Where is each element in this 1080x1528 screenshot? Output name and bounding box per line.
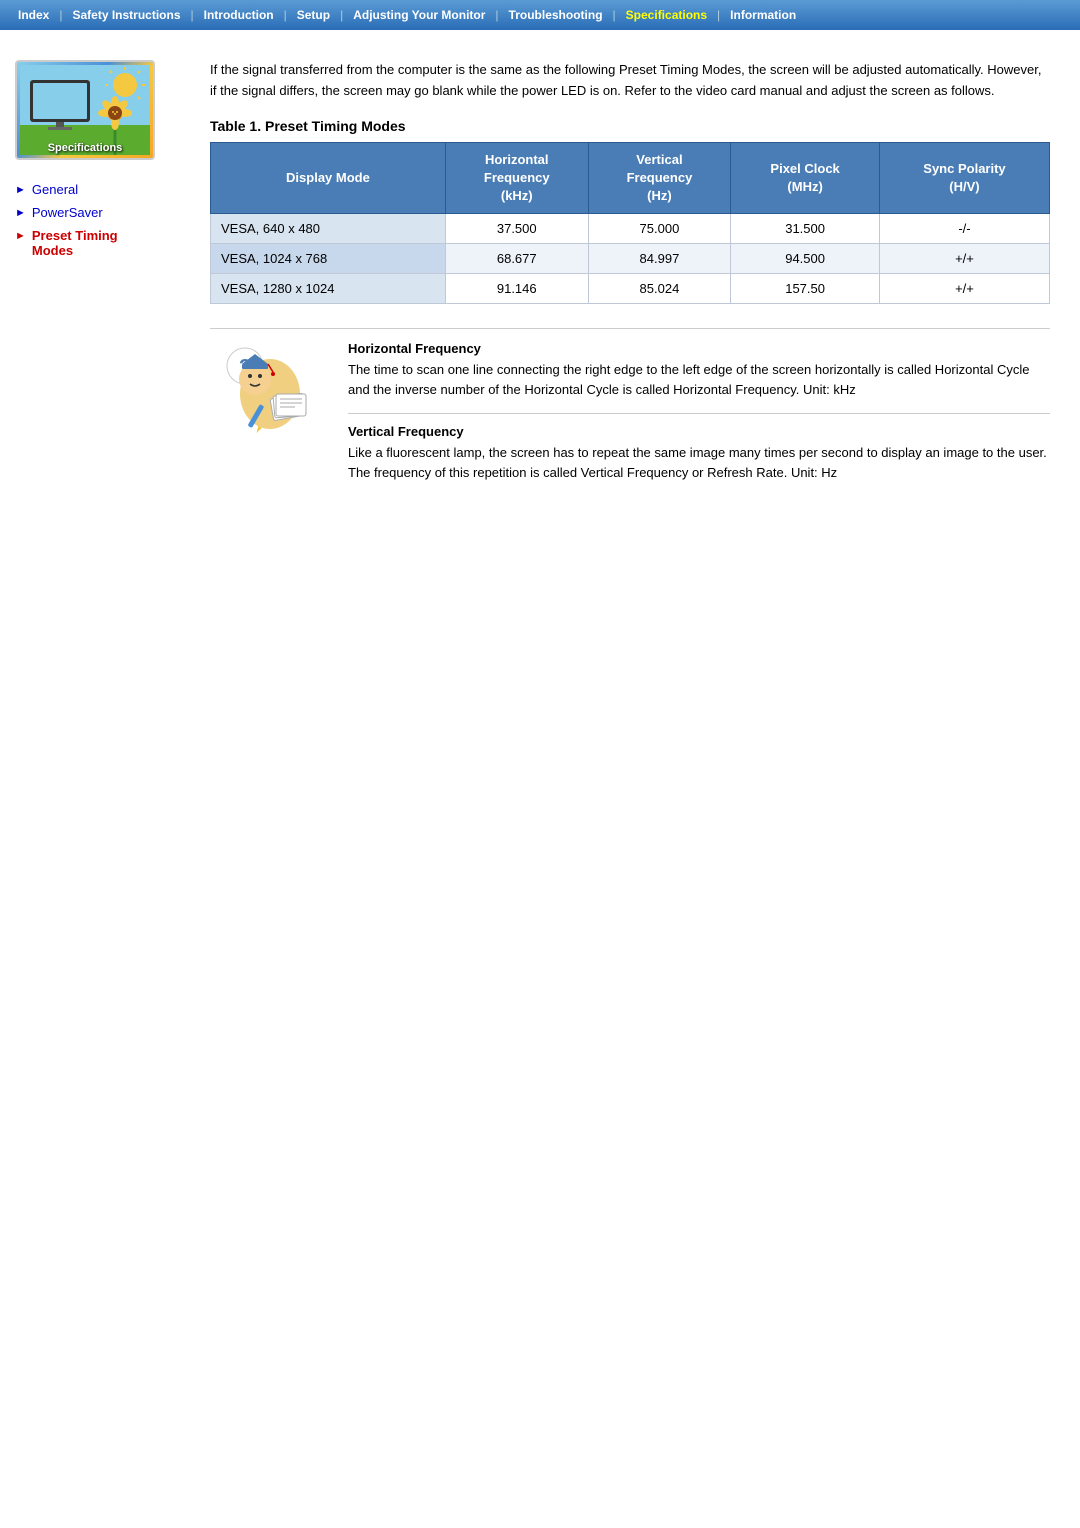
arrow-powersaver-icon: ► — [15, 207, 26, 219]
nav-sep-1: | — [57, 8, 64, 22]
arrow-general-icon: ► — [15, 184, 26, 196]
nav-setup[interactable]: Setup — [289, 6, 338, 24]
info-section: ? — [210, 328, 1050, 496]
sidebar-item-powersaver-label: PowerSaver — [32, 205, 103, 220]
row1-sync: -/- — [879, 214, 1049, 244]
nav-sep-6: | — [611, 8, 618, 22]
sidebar-nav: ► General ► PowerSaver ► Preset TimingMo… — [15, 180, 180, 260]
vertical-freq-title: Vertical Frequency — [348, 424, 1050, 439]
row2-v-freq: 84.997 — [588, 244, 731, 274]
nav-specifications[interactable]: Specifications — [618, 6, 715, 24]
info-text-block: Horizontal Frequency The time to scan on… — [348, 341, 1050, 496]
sidebar-item-preset-timing[interactable]: ► Preset TimingModes — [15, 226, 180, 260]
nav-sep-4: | — [338, 8, 345, 22]
main-container: Specifications ► General ► PowerSaver ► … — [0, 30, 1080, 536]
navbar: Index | Safety Instructions | Introducti… — [0, 0, 1080, 30]
row3-v-freq: 85.024 — [588, 274, 731, 304]
nav-information[interactable]: Information — [722, 6, 804, 24]
row2-display-mode: VESA, 1024 x 768 — [211, 244, 446, 274]
nav-sep-3: | — [282, 8, 289, 22]
arrow-preset-icon: ► — [15, 230, 26, 242]
table-title: Table 1. Preset Timing Modes — [210, 118, 1050, 134]
nav-adjusting[interactable]: Adjusting Your Monitor — [345, 6, 493, 24]
nav-safety[interactable]: Safety Instructions — [64, 6, 188, 24]
row3-h-freq: 91.146 — [445, 274, 588, 304]
nav-troubleshooting[interactable]: Troubleshooting — [501, 6, 611, 24]
sidebar-item-preset-label: Preset TimingModes — [32, 228, 118, 258]
row2-h-freq: 68.677 — [445, 244, 588, 274]
nav-index[interactable]: Index — [10, 6, 57, 24]
th-pixel-clock: Pixel Clock(MHz) — [731, 142, 880, 214]
row1-display-mode: VESA, 640 x 480 — [211, 214, 446, 244]
row2-pixel-clock: 94.500 — [731, 244, 880, 274]
sidebar-logo-label: Specifications — [17, 142, 153, 154]
nav-sep-2: | — [189, 8, 196, 22]
row3-sync: +/+ — [879, 274, 1049, 304]
intro-paragraph: If the signal transferred from the compu… — [210, 60, 1050, 102]
th-vertical-freq: VerticalFrequency(Hz) — [588, 142, 731, 214]
th-sync-polarity: Sync Polarity(H/V) — [879, 142, 1049, 214]
nav-sep-5: | — [493, 8, 500, 22]
sidebar-item-powersaver[interactable]: ► PowerSaver — [15, 203, 180, 222]
info-illustration: ? — [210, 341, 330, 441]
nav-sep-7: | — [715, 8, 722, 22]
table-row: VESA, 1280 x 1024 91.146 85.024 157.50 +… — [211, 274, 1050, 304]
sidebar-item-general[interactable]: ► General — [15, 180, 180, 199]
row1-v-freq: 75.000 — [588, 214, 731, 244]
row2-sync: +/+ — [879, 244, 1049, 274]
timing-table: Display Mode HorizontalFrequency(kHz) Ve… — [210, 142, 1050, 305]
horizontal-freq-body: The time to scan one line connecting the… — [348, 360, 1050, 399]
sidebar-logo: Specifications — [15, 60, 155, 160]
th-horizontal-freq: HorizontalFrequency(kHz) — [445, 142, 588, 214]
row3-display-mode: VESA, 1280 x 1024 — [211, 274, 446, 304]
nav-introduction[interactable]: Introduction — [196, 6, 282, 24]
row3-pixel-clock: 157.50 — [731, 274, 880, 304]
horizontal-freq-title: Horizontal Frequency — [348, 341, 1050, 356]
row1-h-freq: 37.500 — [445, 214, 588, 244]
th-display-mode: Display Mode — [211, 142, 446, 214]
sidebar: Specifications ► General ► PowerSaver ► … — [0, 50, 190, 516]
info-divider — [348, 413, 1050, 414]
table-row: VESA, 1024 x 768 68.677 84.997 94.500 +/… — [211, 244, 1050, 274]
content-area: If the signal transferred from the compu… — [190, 50, 1080, 516]
vertical-freq-body: Like a fluorescent lamp, the screen has … — [348, 443, 1050, 482]
sidebar-item-general-label: General — [32, 182, 78, 197]
row1-pixel-clock: 31.500 — [731, 214, 880, 244]
table-row: VESA, 640 x 480 37.500 75.000 31.500 -/- — [211, 214, 1050, 244]
